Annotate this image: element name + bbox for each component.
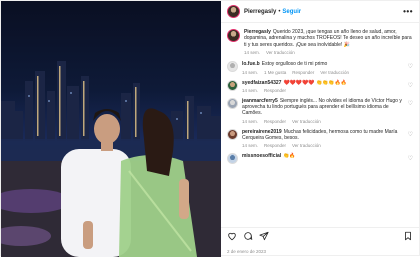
translate-link[interactable]: Ver traducción [292, 143, 321, 148]
comment-username[interactable]: lo.fue.b [242, 61, 260, 67]
comment-item: lo.fue.b Estoy orgulloso de ti mi primo 1… [226, 61, 413, 75]
comment-time: 14 sem. [241, 118, 258, 124]
translate-link[interactable]: Ver traducción [292, 119, 321, 124]
comment-text: lo.fue.b Estoy orgulloso de ti mi primo [242, 61, 355, 67]
comment-likes[interactable]: 1 Me gusta [264, 70, 286, 75]
post-date: 2 de enero de 2023 [226, 249, 266, 254]
comment-meta: 14 sem. 1 Me gusta Responder Ver traducción [242, 70, 355, 75]
comment-text: jeanmarcferry5 Siempre inglés... No olvid… [242, 98, 413, 117]
caption: Pierregasly Querido 2023, ¡que tengas un … [226, 29, 413, 55]
comment-username[interactable]: syedfaizan54327 [242, 80, 281, 86]
comment-username[interactable]: missnoesofficial [242, 153, 281, 159]
comment-time: 14 sem. [241, 87, 258, 93]
caption-text: Pierregasly Querido 2023, ¡que tengas un … [244, 29, 413, 48]
comment-time: 14 sem. [241, 69, 258, 75]
comment-item: jeanmarcferry5 Siempre inglés... No olvid… [226, 97, 413, 124]
caption-avatar[interactable] [226, 29, 240, 42]
comment-avatar[interactable] [226, 79, 238, 91]
comment-username[interactable]: jeanmarcferry5 [242, 98, 278, 104]
header-separator: • [278, 8, 281, 15]
comments-panel[interactable]: Pierregasly Querido 2023, ¡que tengas un … [221, 23, 419, 227]
post-footer: 2 de enero de 2023 [220, 227, 419, 257]
comment-item: missnoesofficial 👏🔥 ♡ [226, 153, 413, 165]
comment-meta: 14 sem. Responder [242, 88, 355, 93]
reply-link[interactable]: Responder [264, 88, 286, 93]
header-username[interactable]: Pierregasly [244, 9, 276, 15]
post-sidebar: Pierregasly • Seguir ••• Pierregasly Quer… [220, 1, 419, 257]
comment-text: syedfaizan54327 ❤️❤️❤️❤️❤️ 👏👏👏🔥🔥 [242, 80, 355, 86]
caption-username[interactable]: Pierregasly [244, 29, 271, 35]
caption-translate[interactable]: Ver traducción [266, 50, 295, 55]
comment-avatar[interactable] [226, 128, 238, 140]
caption-meta: 14 sem. Ver traducción [244, 50, 413, 55]
bookmark-icon[interactable] [403, 231, 413, 241]
more-options-icon[interactable]: ••• [403, 7, 413, 16]
translate-link[interactable]: Ver traducción [320, 70, 349, 75]
heart-icon[interactable]: ♡ [408, 63, 413, 70]
avatar[interactable] [226, 5, 240, 18]
comment-body: Estoy orgulloso de ti mi primo [261, 61, 328, 68]
comment-avatar[interactable] [226, 97, 238, 109]
action-bar [227, 231, 413, 241]
comment-avatar[interactable] [226, 61, 238, 73]
post-header: Pierregasly • Seguir ••• [220, 1, 419, 23]
reply-link[interactable]: Responder [264, 119, 286, 124]
comment-icon[interactable] [243, 231, 253, 241]
comment-body: 👏🔥 [283, 153, 296, 160]
comment-meta: 14 sem. Responder Ver traducción [242, 143, 413, 148]
comment-meta: 14 sem. Responder Ver traducción [242, 119, 413, 124]
comment-body: ❤️❤️❤️❤️❤️ 👏👏👏🔥🔥 [283, 79, 348, 86]
photo-scene [1, 61, 221, 257]
comment-item: syedfaizan54327 ❤️❤️❤️❤️❤️ 👏👏👏🔥🔥 14 sem. R… [226, 79, 413, 93]
share-icon[interactable] [259, 231, 269, 241]
heart-icon[interactable]: ♡ [408, 155, 413, 162]
comment-text: pereirairene2019 Muchas felicidades, herm… [242, 129, 413, 142]
comment-time: 14 sem. [241, 143, 258, 149]
post-photo[interactable] [1, 1, 221, 257]
heart-icon[interactable] [227, 231, 237, 241]
comment-username[interactable]: pereirairene2019 [242, 129, 282, 135]
caption-time: 14 sem. [243, 50, 260, 56]
comment-text: missnoesofficial 👏🔥 [242, 153, 304, 159]
instagram-post: Pierregasly • Seguir ••• Pierregasly Quer… [0, 0, 420, 257]
heart-icon[interactable]: ♡ [408, 82, 413, 89]
heart-icon[interactable]: ♡ [408, 100, 413, 107]
reply-link[interactable]: Responder [264, 143, 286, 148]
reply-link[interactable]: Responder [292, 70, 314, 75]
comment-avatar[interactable] [226, 153, 238, 165]
comment-item: pereirairene2019 Muchas felicidades, herm… [226, 128, 413, 148]
heart-icon[interactable]: ♡ [408, 131, 413, 138]
follow-button[interactable]: Seguir [282, 9, 301, 15]
